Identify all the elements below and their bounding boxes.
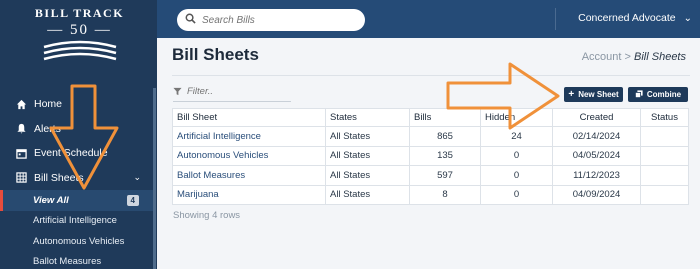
sidebar-item-alerts[interactable]: Alerts <box>0 117 153 142</box>
table-cell: 11/12/2023 <box>552 165 641 186</box>
filter-field[interactable] <box>173 82 291 102</box>
search-icon <box>185 11 196 29</box>
table-cell: 0 <box>480 165 553 186</box>
table-cell: 8 <box>409 184 481 205</box>
breadcrumb-separator: > <box>624 51 631 63</box>
breadcrumb-current: Bill Sheets <box>634 51 686 63</box>
grid-icon <box>15 172 27 184</box>
table-row: Artificial Intelligence All States 865 2… <box>172 126 689 147</box>
chevron-down-icon: ⌄ <box>133 172 141 183</box>
search-input[interactable] <box>202 14 352 26</box>
logo-number: — 50 — <box>47 22 112 38</box>
table-cell <box>640 184 689 205</box>
column-header[interactable]: Bills <box>409 108 481 127</box>
sidebar-item-label: Home <box>34 98 63 111</box>
divider <box>172 75 690 76</box>
flag-stripes-icon <box>43 40 116 61</box>
column-header[interactable]: States <box>325 108 410 127</box>
sidebar-subitem-label: Ballot Measures <box>33 256 102 268</box>
sidebar-subitem-autonomous-vehicles[interactable]: Autonomous Vehicles <box>0 231 153 252</box>
table-cell <box>640 126 689 147</box>
column-header[interactable]: Hidden <box>480 108 553 127</box>
combine-button[interactable]: Combine <box>628 87 688 102</box>
top-bar: Concerned Advocate ⌄ <box>157 0 700 38</box>
sidebar-subitem-label: View All <box>33 194 69 206</box>
sidebar-item-event-schedule[interactable]: Event Schedule <box>0 141 153 166</box>
logo-text: BILL TRACK <box>34 6 125 20</box>
breadcrumb-root[interactable]: Account <box>582 51 622 63</box>
sidebar-item-label: Alerts <box>34 122 61 135</box>
breadcrumb: Account > Bill Sheets <box>582 51 686 63</box>
table-cell <box>640 165 689 186</box>
count-badge: 4 <box>126 194 139 206</box>
sidebar-item-bill-sheets[interactable]: Bill Sheets ⌄ <box>0 166 153 191</box>
billtrack50-logo[interactable]: BILL TRACK — 50 — <box>32 6 127 66</box>
user-menu[interactable]: Concerned Advocate ⌄ <box>578 12 692 24</box>
sidebar-subitem-ballot-measures[interactable]: Ballot Measures <box>0 252 153 269</box>
column-header[interactable]: Bill Sheet <box>172 108 326 127</box>
table-cell: 24 <box>480 126 553 147</box>
bill-sheet-link[interactable]: Artificial Intelligence <box>172 126 326 147</box>
filter-icon <box>173 83 182 101</box>
table-row: Marijuana All States 8 0 04/09/2024 <box>172 184 689 205</box>
table-row: Autonomous Vehicles All States 135 0 04/… <box>172 145 689 166</box>
divider <box>555 8 556 30</box>
table-cell <box>640 145 689 166</box>
table-cell: 0 <box>480 145 553 166</box>
table-cell: 0 <box>480 184 553 205</box>
bill-sheet-link[interactable]: Autonomous Vehicles <box>172 145 326 166</box>
filter-input[interactable] <box>187 86 287 97</box>
sidebar-item-label: Event Schedule <box>34 147 108 160</box>
table-cell: 135 <box>409 145 481 166</box>
table-cell: 04/09/2024 <box>552 184 641 205</box>
bill-sheet-link[interactable]: Ballot Measures <box>172 165 326 186</box>
table-cell: All States <box>325 184 410 205</box>
bill-sheets-table: Bill Sheet States Bills Hidden Created S… <box>172 108 689 205</box>
sidebar-item-label: Bill Sheets <box>34 171 84 184</box>
home-icon <box>15 98 27 110</box>
sidebar-subitem-label: Autonomous Vehicles <box>33 235 125 247</box>
bill-sheet-link[interactable]: Marijuana <box>172 184 326 205</box>
sidebar-subitem-label: Artificial Intelligence <box>33 215 117 227</box>
page-title: Bill Sheets <box>172 45 259 64</box>
table-cell: All States <box>325 145 410 166</box>
table-cell: All States <box>325 165 410 186</box>
table-cell: 02/14/2024 <box>552 126 641 147</box>
table-cell: 597 <box>409 165 481 186</box>
chevron-down-icon: ⌄ <box>683 12 692 24</box>
table-cell: All States <box>325 126 410 147</box>
table-row: Ballot Measures All States 597 0 11/12/2… <box>172 165 689 186</box>
combine-label: Combine <box>646 90 682 99</box>
new-sheet-button[interactable]: + New Sheet <box>564 87 623 102</box>
calendar-icon <box>15 147 27 159</box>
new-sheet-label: New Sheet <box>578 90 619 99</box>
sidebar-item-home[interactable]: Home <box>0 92 153 117</box>
table-cell: 04/05/2024 <box>552 145 641 166</box>
copy-icon <box>634 89 643 100</box>
main-content: Bill Sheets Account > Bill Sheets + New … <box>157 38 700 269</box>
sidebar: BILL TRACK — 50 — Home Alerts Event Sche… <box>0 0 157 269</box>
search-box[interactable] <box>177 9 365 31</box>
table-cell: 865 <box>409 126 481 147</box>
row-count-text: Showing 4 rows <box>173 210 241 221</box>
sidebar-nav: Home Alerts Event Schedule Bill Sheets ⌄… <box>0 92 153 269</box>
sidebar-scrollbar[interactable] <box>153 88 156 269</box>
column-header[interactable]: Created <box>552 108 641 127</box>
sidebar-subitem-artificial-intelligence[interactable]: Artificial Intelligence <box>0 211 153 232</box>
bell-icon <box>15 123 27 135</box>
table-header-row: Bill Sheet States Bills Hidden Created S… <box>172 108 689 127</box>
user-name: Concerned Advocate <box>578 12 676 24</box>
sidebar-subitem-view-all[interactable]: View All 4 <box>0 190 153 211</box>
plus-icon: + <box>568 89 575 100</box>
column-header[interactable]: Status <box>640 108 689 127</box>
